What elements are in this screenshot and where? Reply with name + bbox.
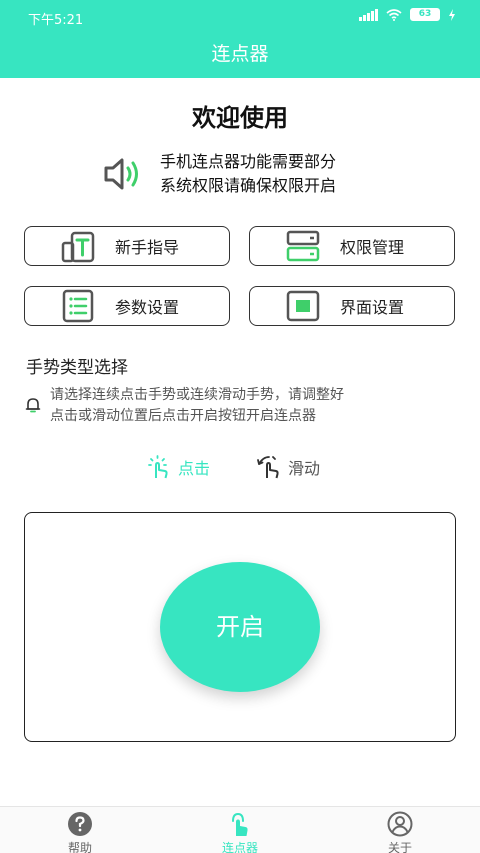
- tab-clicker[interactable]: 连点器: [200, 811, 280, 853]
- status-icons: 63: [359, 8, 456, 21]
- tap-icon: [232, 812, 248, 836]
- hint-line-2: 点击或滑动位置后点击开启按钮开启连点器: [50, 408, 316, 424]
- mode-swipe-option[interactable]: 滑动: [256, 454, 320, 480]
- notice-line-2: 系统权限请确保权限开启: [160, 176, 337, 195]
- tab-help-label: 帮助: [67, 841, 92, 853]
- guide-icon: [61, 231, 95, 263]
- interface-icon: [286, 290, 320, 322]
- tab-help[interactable]: 帮助: [40, 811, 120, 853]
- speaker-icon: [104, 158, 138, 190]
- tile-label: 界面设置: [340, 298, 405, 317]
- user-icon: [387, 811, 413, 837]
- tile-label: 新手指导: [115, 238, 180, 257]
- permission-notice: 手机连点器功能需要部分 系统权限请确保权限开启: [102, 150, 402, 198]
- tap-gesture-icon: [148, 455, 168, 479]
- bell-icon: [25, 398, 41, 413]
- status-bar: 下午5:21 63: [0, 0, 480, 32]
- app-title: 连点器: [211, 43, 269, 65]
- tile-label: 权限管理: [340, 238, 405, 257]
- mode-tap-option[interactable]: 点击: [146, 454, 210, 480]
- tile-interface-settings[interactable]: 界面设置: [249, 286, 455, 326]
- start-button[interactable]: 开启: [160, 562, 320, 692]
- signal-icon: [359, 8, 378, 21]
- swipe-gesture-icon: [257, 456, 279, 479]
- list-settings-icon: [62, 289, 94, 323]
- tile-permission-management[interactable]: 权限管理: [249, 226, 455, 266]
- mode-tap-label: 点击: [178, 459, 211, 478]
- mode-swipe-label: 滑动: [288, 459, 321, 478]
- permission-icon: [286, 230, 320, 262]
- tile-label: 参数设置: [115, 298, 180, 317]
- gesture-section-title: 手势类型选择: [26, 358, 128, 378]
- gesture-hint: 请选择连续点击手势或连续滑动手势，请调整好 点击或滑动位置后点击开启按钮开启连点…: [24, 385, 424, 427]
- app-title-bar: 连点器: [0, 32, 480, 78]
- status-time: 下午5:21: [28, 13, 84, 28]
- tab-about[interactable]: 关于: [360, 811, 440, 853]
- hint-line-1: 请选择连续点击手势或连续滑动手势，请调整好: [50, 387, 344, 403]
- tab-about-label: 关于: [387, 841, 412, 853]
- welcome-heading: 欢迎使用: [192, 104, 288, 132]
- tab-clicker-label: 连点器: [221, 841, 258, 853]
- charging-icon: [449, 8, 455, 21]
- tile-parameter-settings[interactable]: 参数设置: [24, 286, 230, 326]
- bottom-tab-bar: 帮助 连点器 关于: [0, 806, 480, 853]
- notice-line-1: 手机连点器功能需要部分: [160, 152, 337, 171]
- battery-icon: 63: [410, 8, 440, 21]
- help-icon: [68, 812, 92, 836]
- wifi-icon: [386, 8, 402, 21]
- tile-beginner-guide[interactable]: 新手指导: [24, 226, 230, 266]
